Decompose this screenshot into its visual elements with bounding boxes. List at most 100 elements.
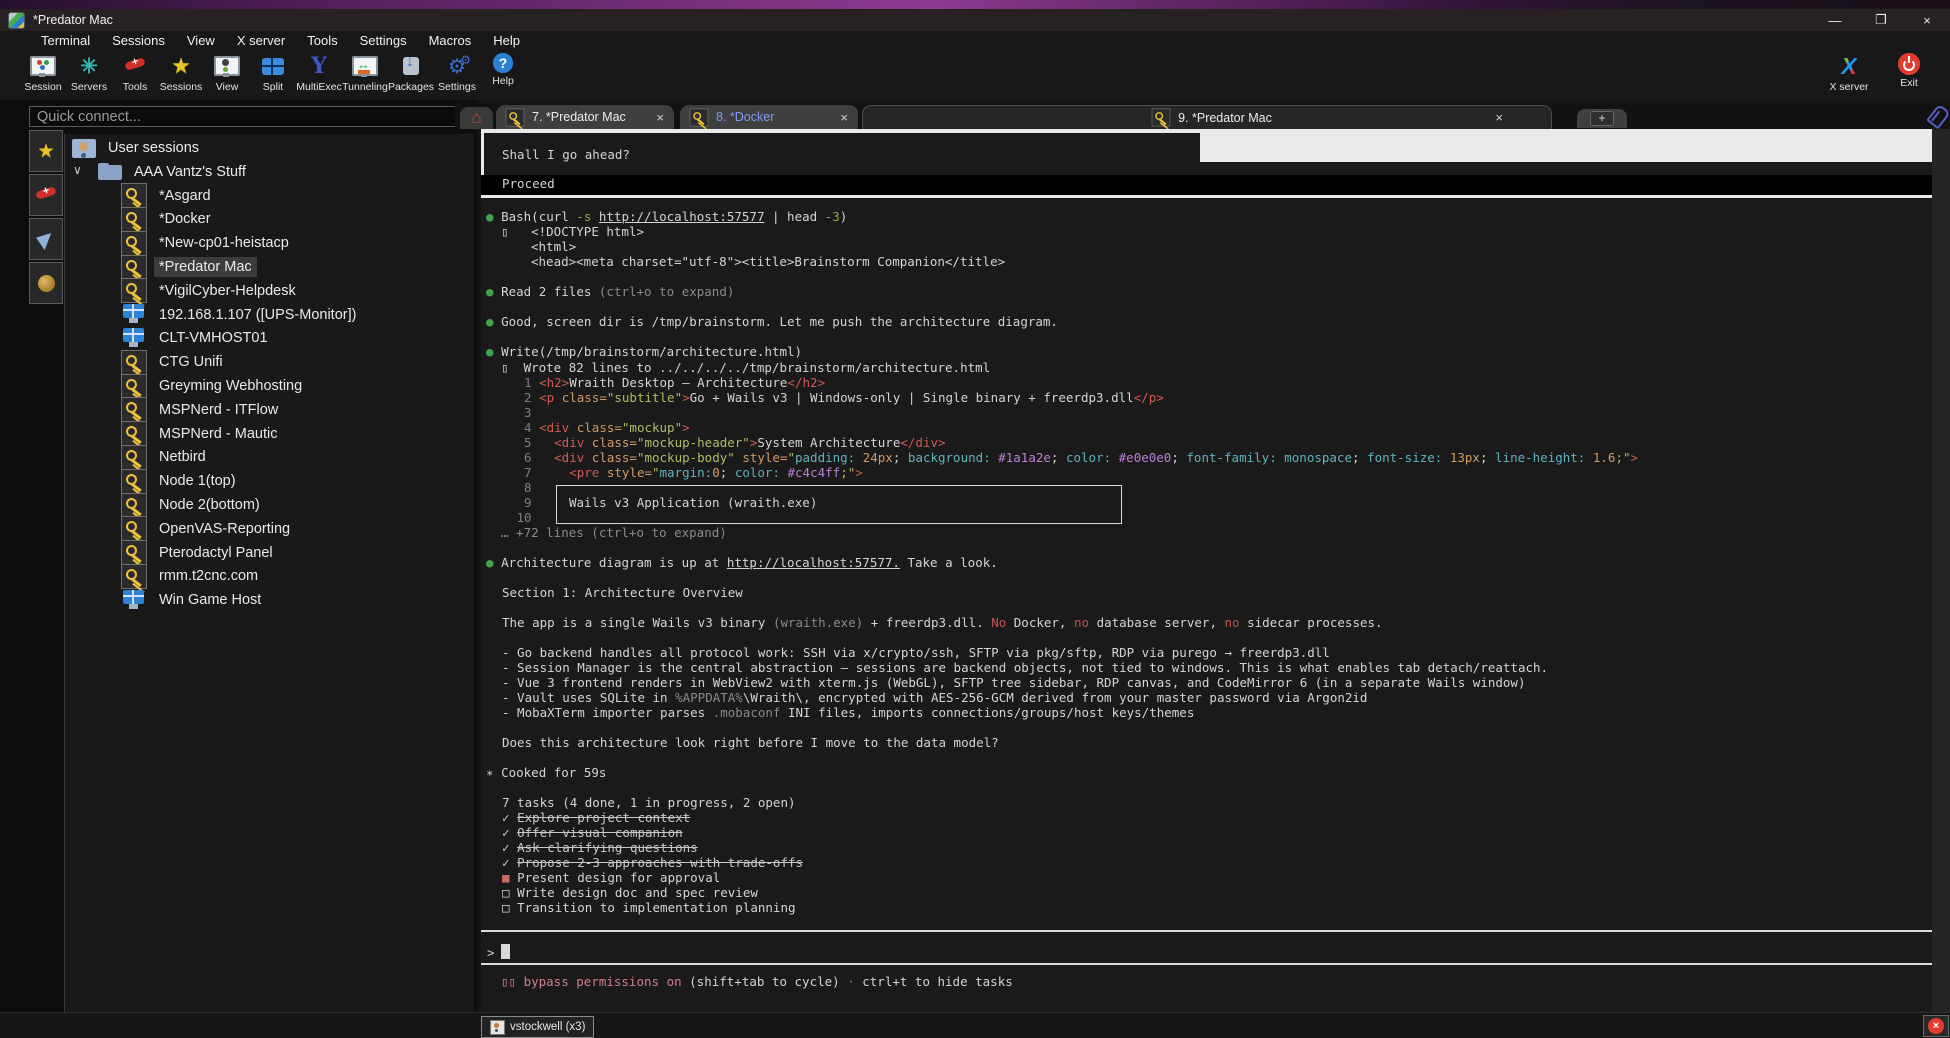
tree-item-mspnerd-mautic[interactable]: MSPNerd - Mautic — [121, 422, 282, 446]
title-bar: *Predator Mac — ❐ × — [0, 9, 1950, 31]
tree-item-label: Greyming Webhosting — [154, 376, 307, 396]
toolbar-button-tools[interactable]: Tools — [112, 50, 158, 93]
app-icon — [9, 13, 24, 28]
menu-view[interactable]: View — [176, 33, 226, 48]
terminal-line: 1 <h2>Wraith Desktop — Architecture</h2> — [509, 375, 825, 390]
toolbar-label: Tunneling — [342, 81, 388, 93]
terminal-line: ▯▯ bypass permissions on (shift+tab to c… — [501, 974, 1013, 989]
proceed-option-row[interactable] — [481, 175, 1932, 195]
tree-item-label: Win Game Host — [154, 590, 266, 610]
rail-tab-knife[interactable] — [29, 174, 63, 216]
terminal-line: - Go backend handles all protocol work: … — [502, 645, 1330, 660]
rail-tab-plane[interactable] — [29, 218, 63, 260]
tab-8-docker[interactable]: 8. *Docker× — [680, 105, 858, 129]
tree-item-rmm-t2cnc-com[interactable]: rmm.t2cnc.com — [121, 564, 263, 588]
tree-item-netbird[interactable]: Netbird — [121, 445, 211, 469]
tab-9-predator-mac[interactable]: 9. *Predator Mac× — [862, 105, 1552, 129]
tab-7-predator-mac[interactable]: 7. *Predator Mac× — [496, 105, 674, 129]
tree-item-node-2-bottom-[interactable]: Node 2(bottom) — [121, 493, 265, 517]
plane-icon — [36, 229, 57, 250]
tree-item-label: Node 2(bottom) — [154, 495, 265, 515]
winpc-icon — [121, 326, 147, 351]
menu-sessions[interactable]: Sessions — [101, 33, 176, 48]
key-icon — [690, 108, 709, 126]
tab-close-icon[interactable]: × — [1495, 110, 1503, 125]
menu-settings[interactable]: Settings — [349, 33, 418, 48]
tree-item-aaa-vantz-s-stuff[interactable]: AAA Vantz's Stuff — [98, 160, 251, 184]
toolbar-label: Split — [263, 81, 283, 93]
key-icon — [121, 540, 147, 565]
toolbar-button-split[interactable]: Split — [250, 50, 296, 93]
toolbar-label: Tools — [123, 81, 148, 93]
toolbar-button-sessions[interactable]: ★ Sessions — [158, 50, 204, 93]
toolbar-button-packages[interactable]: ↓Packages — [388, 50, 434, 93]
terminal-line: 10 — [509, 510, 532, 525]
tree-item--vigilcyber-helpdesk[interactable]: *VigilCyber-Helpdesk — [121, 279, 301, 303]
tree-item-greyming-webhosting[interactable]: Greyming Webhosting — [121, 374, 307, 398]
terminal-line: 7 tasks (4 done, 1 in progress, 2 open) — [502, 795, 796, 810]
toolbar-left-group: Session✳Servers Tools ★ SessionsView Split YM… — [20, 50, 526, 93]
background-window-strip — [0, 0, 1950, 9]
toolbar-button-settings[interactable]: ⚙⚙Settings — [434, 50, 480, 93]
terminal-line: <html> — [531, 239, 576, 254]
rail-tab-globe[interactable] — [29, 262, 63, 304]
terminal-line: - Session Manager is the central abstrac… — [502, 660, 1548, 675]
tree-item-user-sessions[interactable]: User sessions — [72, 136, 204, 160]
toolbar-button-view[interactable]: View — [204, 50, 250, 93]
tab-close-icon[interactable]: × — [840, 110, 848, 125]
tree-item--docker[interactable]: *Docker — [121, 207, 216, 231]
terminal-line: □ Transition to implementation planning — [502, 900, 796, 915]
terminal-line: … +72 lines (ctrl+o to expand) — [501, 525, 727, 540]
tree-item--predator-mac[interactable]: *Predator Mac — [121, 255, 257, 279]
tree-item-192-168-1-107-ups-monitor-[interactable]: 192.168.1.107 ([UPS-Monitor]) — [121, 303, 361, 327]
toolbar-button-x-server[interactable]: XX server — [1826, 50, 1872, 93]
servers-icon: ✳ — [75, 53, 103, 79]
toolbar-button-tunneling[interactable]: ↔Tunneling — [342, 50, 388, 93]
tree-item--new-cp01-heistacp[interactable]: *New-cp01-heistacp — [121, 231, 294, 255]
quick-connect-input[interactable]: Quick connect... — [29, 106, 473, 127]
tools-icon — [121, 53, 149, 79]
toolbar-button-exit[interactable]: Exit — [1886, 50, 1932, 93]
menu-x-server[interactable]: X server — [226, 33, 296, 48]
tree-item-win-game-host[interactable]: Win Game Host — [121, 588, 266, 612]
close-icon: × — [1928, 1018, 1944, 1034]
chevron-down-icon[interactable]: ∨ — [73, 163, 82, 177]
tree-item-node-1-top-[interactable]: Node 1(top) — [121, 469, 241, 493]
tree-item-pterodactyl-panel[interactable]: Pterodactyl Panel — [121, 541, 278, 565]
prompt-box-bottom-border — [481, 963, 1932, 965]
maximize-button[interactable]: ❐ — [1858, 9, 1904, 31]
home-tab[interactable]: ⌂ — [460, 107, 493, 129]
close-button[interactable]: × — [1904, 9, 1950, 31]
tree-item--asgard[interactable]: *Asgard — [121, 184, 216, 208]
sessions-icon: ★ — [167, 53, 195, 79]
toolbar-button-session[interactable]: Session — [20, 50, 66, 93]
toolbar-label: Sessions — [160, 81, 203, 93]
menu-tools[interactable]: Tools — [296, 33, 348, 48]
tree-item-mspnerd-itflow[interactable]: MSPNerd - ITFlow — [121, 398, 283, 422]
rail-tab-star[interactable]: ★ — [29, 130, 63, 172]
terminal[interactable]: Shall I go ahead?Proceed● Bash(curl -s h… — [481, 129, 1932, 1012]
terminal-line: - MobaXTerm importer parses .mobaconf IN… — [502, 705, 1194, 720]
tree-item-clt-vmhost01[interactable]: CLT-VMHOST01 — [121, 326, 273, 350]
toolbar-button-multiexec[interactable]: YMultiExec — [296, 50, 342, 93]
menu-terminal[interactable]: Terminal — [30, 33, 101, 48]
toolbar-label: MultiExec — [296, 81, 342, 93]
tree-item-label: Netbird — [154, 447, 211, 467]
toolbar-button-servers[interactable]: ✳Servers — [66, 50, 112, 93]
menu-help[interactable]: Help — [482, 33, 531, 48]
new-tab-button[interactable]: + — [1577, 109, 1627, 128]
tree-item-ctg-unifi[interactable]: CTG Unifi — [121, 350, 228, 374]
minimize-button[interactable]: — — [1812, 9, 1858, 31]
terminal-line: ● Write(/tmp/brainstorm/architecture.htm… — [486, 344, 802, 359]
tree-item-openvas-reporting[interactable]: OpenVAS-Reporting — [121, 517, 295, 541]
terminal-right-gutter[interactable] — [1932, 129, 1950, 1012]
menu-macros[interactable]: Macros — [418, 33, 483, 48]
toolbar-button-help[interactable]: ?Help — [480, 50, 526, 93]
user-session-button[interactable]: vstockwell (x3) — [481, 1016, 594, 1038]
notification-close-button[interactable]: × — [1923, 1015, 1949, 1037]
terminal-line: ✓ Ask clarifying questions — [502, 840, 698, 855]
window-controls: — ❐ × — [1812, 9, 1950, 31]
menu-bar: TerminalSessionsViewX serverToolsSetting… — [0, 31, 1950, 50]
proceed-underline — [481, 195, 1932, 198]
tab-close-icon[interactable]: × — [656, 110, 664, 125]
